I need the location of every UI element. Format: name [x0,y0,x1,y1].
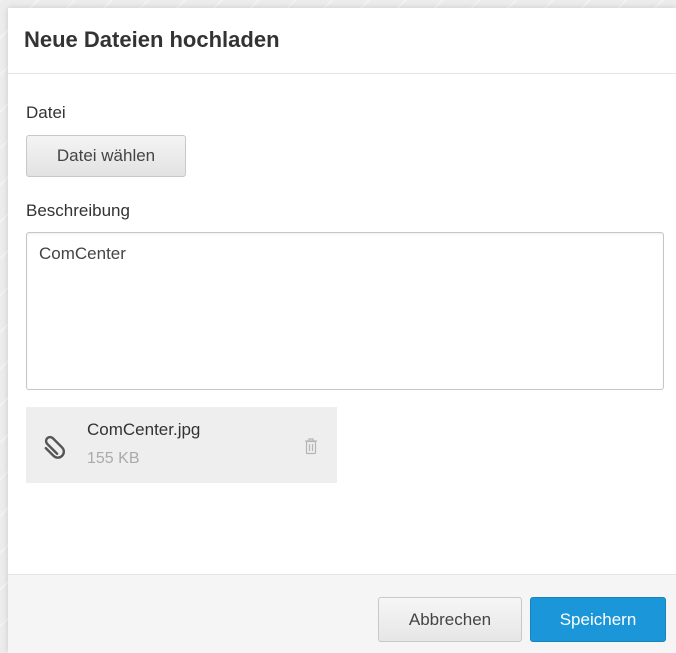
description-label: Beschreibung [26,201,130,220]
paperclip-icon [44,435,65,459]
upload-dialog: Neue Dateien hochladen Datei Datei wähle… [8,8,676,653]
dialog-header: Neue Dateien hochladen [8,8,676,74]
dialog-title: Neue Dateien hochladen [24,27,280,52]
dialog-footer: Abbrechen Speichern [8,574,676,653]
save-button[interactable]: Speichern [530,597,666,642]
choose-file-button[interactable]: Datei wählen [26,135,186,177]
attached-file-card: ComCenter.jpg 155 KB [26,407,337,483]
trash-icon[interactable] [303,437,319,455]
attached-file-name: ComCenter.jpg [87,420,201,439]
attached-file-size: 155 KB [87,450,140,467]
dialog-body: Datei Datei wählen Beschreibung ComCente… [8,74,676,574]
description-input[interactable]: ComCenter [26,232,664,390]
cancel-button[interactable]: Abbrechen [378,597,522,642]
file-label: Datei [26,103,66,122]
